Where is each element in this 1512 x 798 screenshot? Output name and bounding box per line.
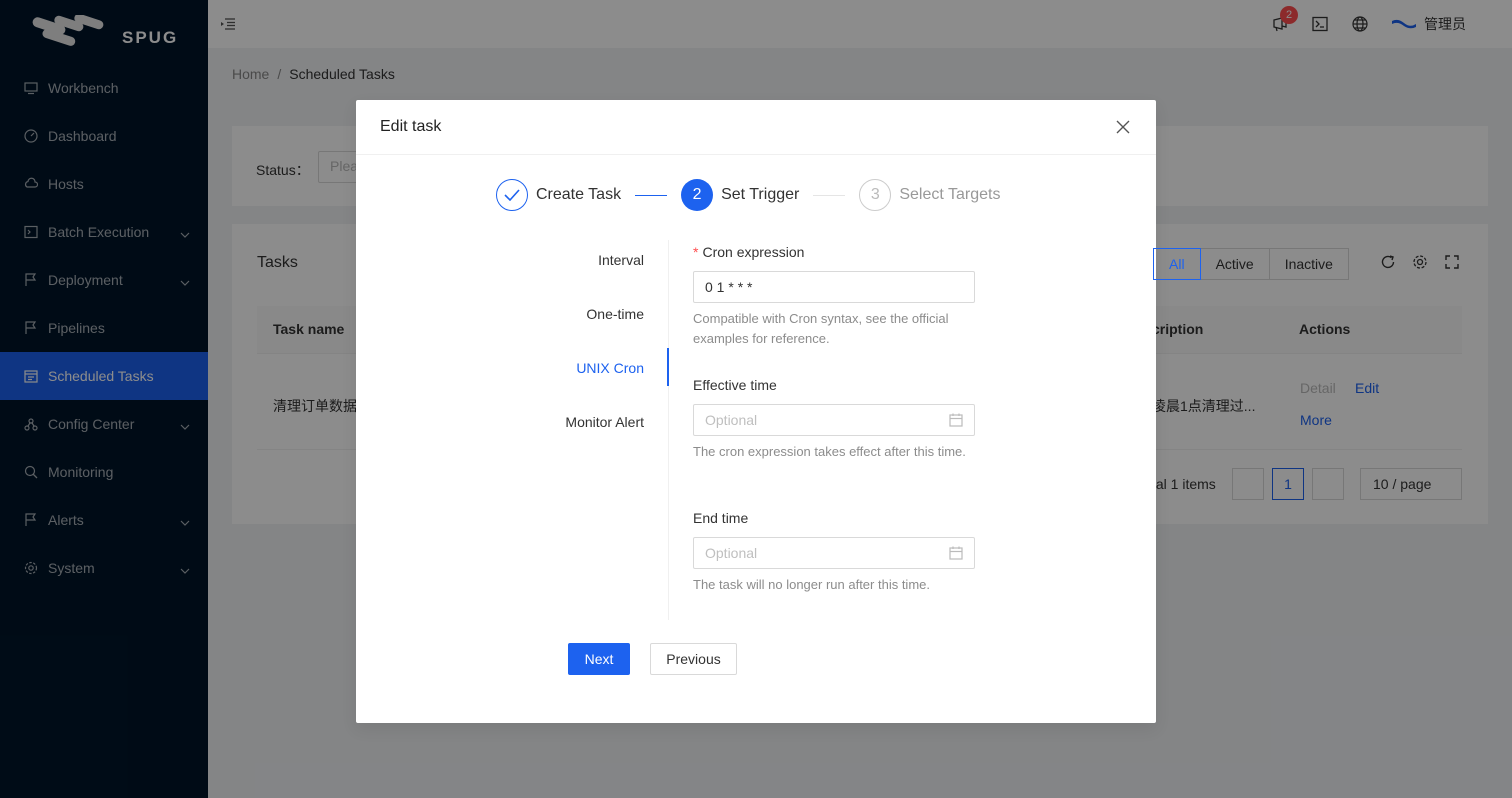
calendar-icon — [949, 413, 963, 427]
end-time-help: The task will no longer run after this t… — [693, 577, 930, 592]
check-icon — [504, 189, 520, 201]
cron-expression-input[interactable]: 0 1 * * * — [693, 271, 975, 303]
step-select-targets[interactable]: 3 Select Targets — [859, 179, 1000, 211]
steps: Create Task 2 Set Trigger 3 Select Targe… — [496, 179, 1000, 211]
end-time-placeholder: Optional — [705, 545, 758, 561]
step-title: Set Trigger — [721, 186, 800, 203]
close-icon — [1116, 120, 1130, 134]
step-done-circle — [496, 179, 528, 211]
effective-time-label: Effective time — [693, 377, 777, 393]
end-time-group: End time Optional The task will no longe… — [693, 506, 975, 595]
tab-unix-cron[interactable]: UNIX Cron — [576, 360, 644, 376]
step-create-task[interactable]: Create Task — [496, 179, 621, 211]
effective-time-picker[interactable]: Optional — [693, 404, 975, 436]
cron-expression-group: * Cron expression 0 1 * * * Compatible wi… — [693, 240, 975, 349]
cron-expression-label: * Cron expression — [693, 244, 805, 260]
end-time-picker[interactable]: Optional — [693, 537, 975, 569]
cron-expression-help: Compatible with Cron syntax, see the off… — [693, 311, 949, 346]
step-title: Select Targets — [899, 186, 1001, 203]
tab-one-time[interactable]: One-time — [586, 306, 644, 322]
calendar-icon — [949, 546, 963, 560]
step-title: Create Task — [536, 186, 622, 203]
close-button[interactable] — [1114, 118, 1132, 136]
step-connector — [635, 194, 668, 196]
tab-monitor-alert[interactable]: Monitor Alert — [565, 414, 644, 430]
edit-task-modal: Edit task Create Task 2 Set Trigger 3 Se… — [356, 100, 1156, 723]
step-connector — [813, 194, 846, 196]
effective-time-placeholder: Optional — [705, 412, 758, 428]
effective-time-group: Effective time Optional The cron express… — [693, 373, 975, 462]
step-number: 2 — [681, 179, 714, 211]
modal-title: Edit task — [380, 118, 442, 135]
segment-all[interactable]: All — [1153, 248, 1201, 280]
previous-button[interactable]: Previous — [650, 643, 737, 675]
effective-time-help: The cron expression takes effect after t… — [693, 444, 966, 459]
step-set-trigger[interactable]: 2 Set Trigger — [681, 179, 799, 211]
end-time-label: End time — [693, 510, 749, 526]
trigger-type-tabs: Interval One-time UNIX Cron Monitor Aler… — [536, 240, 669, 620]
next-button[interactable]: Next — [568, 643, 630, 675]
modal-header: Edit task — [356, 100, 1156, 155]
tab-ink-bar — [667, 348, 669, 386]
step-number: 3 — [859, 179, 892, 211]
tab-interval[interactable]: Interval — [598, 252, 644, 268]
